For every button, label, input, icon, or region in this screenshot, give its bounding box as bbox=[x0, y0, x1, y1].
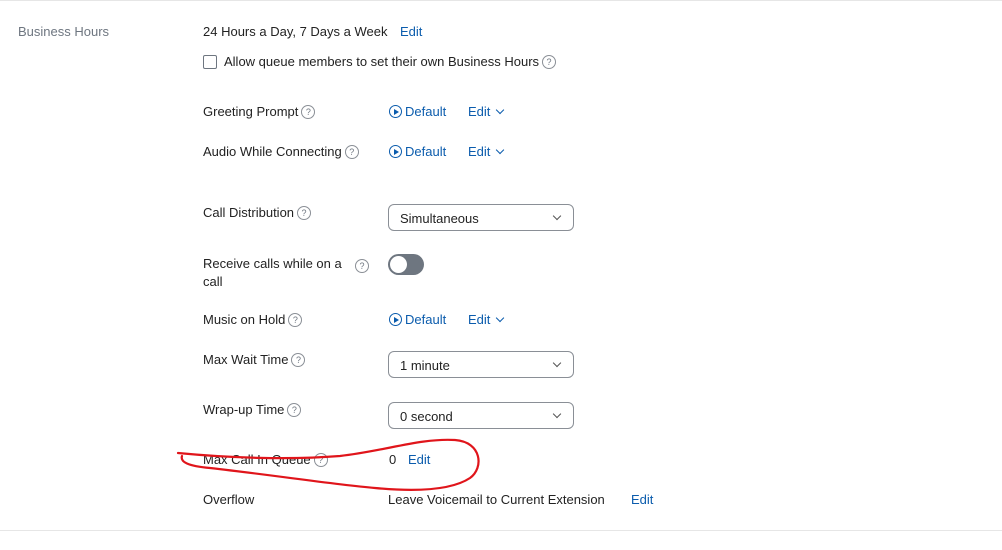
audio-while-connecting-edit-label: Edit bbox=[468, 144, 491, 159]
help-icon[interactable]: ? bbox=[313, 452, 328, 467]
audio-while-connecting-play-link[interactable]: Default bbox=[389, 144, 446, 159]
wrap-up-time-row: Wrap-up Time? bbox=[203, 402, 302, 418]
allow-members-label: Allow queue members to set their own Bus… bbox=[224, 54, 540, 69]
wrap-up-time-selected-value: 0 second bbox=[400, 409, 453, 424]
allow-members-row: Allow queue members to set their own Bus… bbox=[224, 54, 557, 70]
audio-while-connecting-row: Audio While Connecting? bbox=[203, 144, 359, 160]
max-wait-time-row: Max Wait Time? bbox=[203, 352, 306, 368]
play-circle-icon bbox=[389, 313, 402, 327]
chevron-down-icon bbox=[496, 313, 505, 323]
music-on-hold-row: Music on Hold? bbox=[203, 312, 303, 328]
receive-calls-toggle[interactable] bbox=[388, 254, 424, 275]
call-distribution-select[interactable]: Simultaneous bbox=[388, 204, 574, 231]
top-divider bbox=[0, 0, 1002, 1]
greeting-prompt-edit-label: Edit bbox=[468, 104, 491, 119]
help-icon[interactable]: ? bbox=[297, 205, 312, 220]
chevron-down-icon bbox=[496, 105, 505, 115]
wrap-up-time-label: Wrap-up Time bbox=[203, 402, 285, 417]
greeting-prompt-label: Greeting Prompt bbox=[203, 104, 299, 119]
overflow-label: Overflow bbox=[203, 492, 255, 507]
help-icon[interactable]: ? bbox=[542, 54, 557, 69]
music-on-hold-edit-label: Edit bbox=[468, 312, 491, 327]
audio-while-connecting-label: Audio While Connecting bbox=[203, 144, 342, 159]
max-call-in-queue-row: Max Call In Queue? bbox=[203, 452, 328, 468]
bottom-divider bbox=[0, 530, 1002, 531]
help-icon[interactable]: ? bbox=[287, 402, 302, 417]
receive-calls-label-line1: Receive calls while on a bbox=[203, 256, 342, 271]
business-hours-value: 24 Hours a Day, 7 Days a Week bbox=[203, 24, 388, 39]
wrap-up-time-select[interactable]: 0 second bbox=[388, 402, 574, 429]
music-on-hold-edit-dropdown[interactable]: Edit bbox=[468, 312, 505, 327]
max-call-in-queue-value: 0 bbox=[389, 452, 397, 467]
max-call-in-queue-label: Max Call In Queue bbox=[203, 452, 311, 467]
max-wait-time-label: Max Wait Time bbox=[203, 352, 289, 367]
play-circle-icon bbox=[389, 145, 402, 159]
toggle-knob bbox=[390, 256, 407, 273]
help-icon[interactable]: ? bbox=[288, 312, 303, 327]
business-hours-edit-link[interactable]: Edit bbox=[400, 24, 422, 39]
chevron-down-icon bbox=[496, 145, 505, 155]
call-queue-settings-panel: Business Hours 24 Hours a Day, 7 Days a … bbox=[0, 0, 1002, 550]
receive-calls-label-line2: call bbox=[203, 274, 223, 289]
allow-members-checkbox[interactable] bbox=[203, 55, 217, 69]
music-on-hold-value: Default bbox=[405, 312, 447, 327]
max-call-in-queue-edit-link[interactable]: Edit bbox=[408, 452, 430, 467]
section-label-business-hours: Business Hours bbox=[18, 24, 110, 39]
greeting-prompt-edit-dropdown[interactable]: Edit bbox=[468, 104, 505, 119]
overflow-value: Leave Voicemail to Current Extension bbox=[388, 492, 605, 507]
help-icon[interactable]: ? bbox=[355, 258, 369, 273]
play-circle-icon bbox=[389, 105, 402, 119]
chevron-down-icon bbox=[552, 211, 562, 221]
help-icon[interactable]: ? bbox=[291, 352, 306, 367]
audio-while-connecting-edit-dropdown[interactable]: Edit bbox=[468, 144, 505, 159]
overflow-edit-link[interactable]: Edit bbox=[631, 492, 653, 507]
chevron-down-icon bbox=[552, 409, 562, 419]
max-wait-time-select[interactable]: 1 minute bbox=[388, 351, 574, 378]
greeting-prompt-play-link[interactable]: Default bbox=[389, 104, 446, 119]
audio-while-connecting-value: Default bbox=[405, 144, 447, 159]
call-distribution-row: Call Distribution? bbox=[203, 205, 312, 221]
call-distribution-label: Call Distribution bbox=[203, 205, 295, 220]
max-wait-time-selected-value: 1 minute bbox=[400, 358, 450, 373]
help-icon[interactable]: ? bbox=[301, 104, 316, 119]
help-icon[interactable]: ? bbox=[344, 144, 359, 159]
greeting-prompt-row: Greeting Prompt? bbox=[203, 104, 316, 120]
chevron-down-icon bbox=[552, 358, 562, 368]
music-on-hold-label: Music on Hold bbox=[203, 312, 286, 327]
greeting-prompt-value: Default bbox=[405, 104, 447, 119]
music-on-hold-play-link[interactable]: Default bbox=[389, 312, 446, 327]
call-distribution-selected-value: Simultaneous bbox=[400, 211, 479, 226]
receive-calls-label: Receive calls while on a call bbox=[203, 255, 342, 291]
